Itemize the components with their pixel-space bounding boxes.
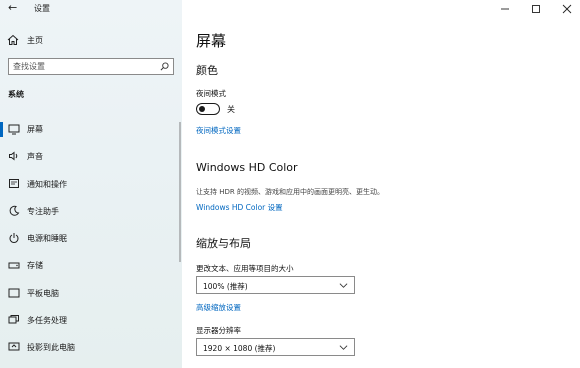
multitask-icon: [8, 315, 19, 324]
search-input[interactable]: [9, 59, 155, 74]
title-bar: ← 设置: [0, 0, 182, 18]
sidebar-item-storage[interactable]: 存储: [0, 253, 182, 280]
storage-icon: [8, 262, 20, 269]
sidebar-item-sound[interactable]: 声音: [0, 144, 182, 171]
window-controls: [490, 0, 580, 18]
sidebar-item-home[interactable]: 主页: [0, 30, 182, 50]
hdr-settings-link[interactable]: Windows HD Color 设置: [196, 202, 283, 213]
home-icon: [7, 34, 19, 45]
night-mode-state: 关: [227, 105, 235, 114]
app-title: 设置: [34, 4, 50, 13]
power-icon: [9, 233, 19, 244]
section-heading: 系统: [8, 90, 24, 99]
search-box[interactable]: [8, 58, 174, 75]
color-heading: 颜色: [196, 64, 218, 77]
hdr-heading: Windows HD Color: [196, 161, 298, 174]
chevron-down-icon: [339, 283, 348, 288]
hdr-description: 让支持 HDR 的视频、游戏和应用中的画面更明亮、更生动。: [196, 188, 384, 196]
sidebar-item-multitasking[interactable]: 多任务处理: [0, 308, 182, 335]
text-size-label: 更改文本、应用等项目的大小: [196, 264, 294, 273]
sidebar-item-label: 投影到此电脑: [27, 343, 75, 353]
sidebar-item-focus-assist[interactable]: 专注助手: [0, 199, 182, 226]
sidebar-nav: 屏幕 声音 通知和操作 专注助手 电源和睡眠 存储 平板电脑 多任务处理 投影到…: [0, 117, 182, 363]
night-mode-toggle[interactable]: [196, 103, 220, 115]
night-mode-settings-link[interactable]: 夜间模式设置: [196, 125, 241, 136]
sidebar-item-label: 存储: [27, 261, 43, 271]
sidebar-item-label: 屏幕: [27, 125, 43, 134]
text-size-dropdown[interactable]: 100% (推荐): [196, 276, 355, 294]
sidebar-item-label: 通知和操作: [27, 179, 67, 189]
resolution-value: 1920 × 1080 (推荐): [203, 344, 276, 353]
night-mode-label: 夜间模式: [196, 89, 226, 98]
moon-icon: [9, 205, 20, 216]
advanced-scaling-link[interactable]: 高级缩放设置: [196, 302, 241, 313]
sidebar-item-label: 电源和睡眠: [27, 234, 67, 244]
text-size-value: 100% (推荐): [203, 282, 248, 291]
sidebar-item-label: 平板电脑: [27, 288, 59, 298]
minimize-icon[interactable]: [492, 0, 518, 18]
toggle-knob: [199, 105, 205, 112]
speaker-icon: [9, 151, 18, 161]
project-icon: [8, 342, 20, 351]
resolution-dropdown[interactable]: 1920 × 1080 (推荐): [196, 338, 355, 356]
main-content: 屏幕 颜色 夜间模式 关 夜间模式设置 Windows HD Color 让支持…: [182, 0, 580, 368]
sidebar-item-power[interactable]: 电源和睡眠: [0, 226, 182, 253]
maximize-icon[interactable]: [523, 0, 549, 18]
page-title: 屏幕: [196, 32, 227, 50]
sidebar-item-label: 主页: [27, 36, 43, 45]
sidebar-item-notifications[interactable]: 通知和操作: [0, 172, 182, 199]
sidebar-item-label: 专注助手: [27, 206, 59, 216]
sidebar: ← 设置 主页 系统 屏幕 声音: [0, 0, 182, 368]
close-icon[interactable]: [554, 0, 580, 18]
sidebar-item-label: 多任务处理: [27, 316, 67, 326]
chevron-down-icon: [339, 345, 348, 350]
sidebar-item-display[interactable]: 屏幕: [0, 117, 182, 144]
sidebar-item-label: 声音: [27, 152, 43, 162]
scale-layout-heading: 缩放与布局: [196, 237, 251, 250]
monitor-icon: [8, 124, 20, 135]
resolution-label: 显示器分辨率: [196, 326, 241, 335]
sidebar-scrollbar[interactable]: [179, 122, 181, 262]
tablet-icon: [8, 288, 20, 298]
notification-icon: [9, 178, 19, 188]
back-arrow-icon[interactable]: ←: [8, 1, 17, 15]
sidebar-item-tablet[interactable]: 平板电脑: [0, 281, 182, 308]
sidebar-item-project[interactable]: 投影到此电脑: [0, 335, 182, 362]
search-icon[interactable]: [160, 62, 169, 71]
